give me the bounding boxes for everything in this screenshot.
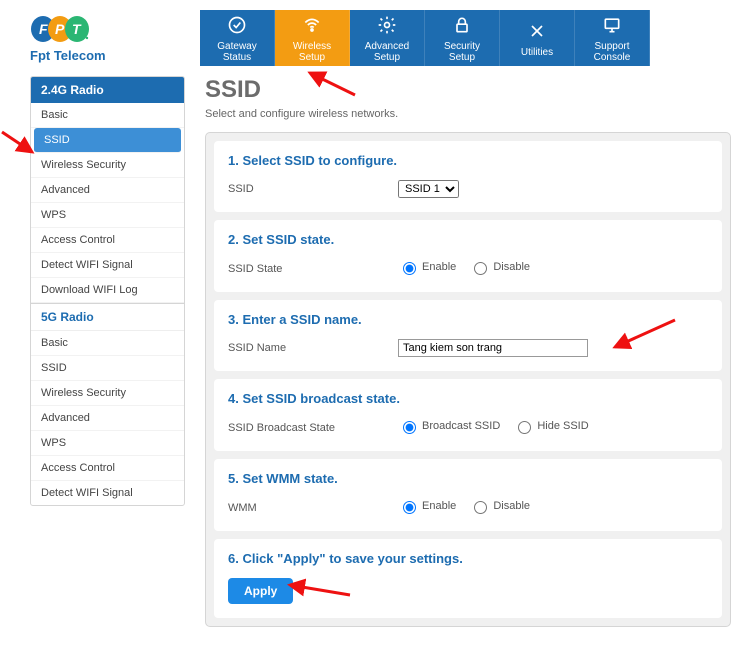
section-wmm-state: 5. Set WMM state. WMM Enable Disable — [214, 459, 722, 531]
svg-text:F: F — [39, 21, 48, 37]
brand-logo: F P T Fpt Telecom — [30, 10, 200, 63]
section-title: 5. Set WMM state. — [228, 471, 708, 486]
nav-label: Gateway Status — [217, 41, 256, 63]
broadcast-state-label: SSID Broadcast State — [228, 422, 398, 434]
logo-icon: F P T — [30, 15, 90, 46]
sidebar-item-detect-wifi-5g[interactable]: Detect WIFI Signal — [31, 481, 184, 505]
check-circle-icon — [227, 15, 247, 38]
broadcast-ssid[interactable]: Broadcast SSID — [398, 418, 500, 434]
settings-panel: 1. Select SSID to configure. SSID SSID 1… — [205, 132, 731, 627]
section-select-ssid: 1. Select SSID to configure. SSID SSID 1 — [214, 141, 722, 212]
ssid-state-label: SSID State — [228, 263, 398, 275]
nav-label: Utilities — [521, 47, 553, 58]
ssid-state-enable[interactable]: Enable — [398, 259, 456, 275]
section-ssid-name: 3. Enter a SSID name. SSID Name — [214, 300, 722, 371]
nav-label: Support Console — [594, 41, 631, 63]
wmm-enable[interactable]: Enable — [398, 498, 456, 514]
sidebar-head-5g: 5G Radio — [31, 303, 184, 331]
ssid-state-enable-radio[interactable] — [403, 262, 416, 275]
nav-utilities[interactable]: Utilities — [500, 10, 575, 66]
nav-label: Security Setup — [444, 41, 480, 63]
nav-wireless-setup[interactable]: Wireless Setup — [275, 10, 350, 66]
hide-ssid-radio[interactable] — [518, 421, 531, 434]
section-apply: 6. Click "Apply" to save your settings. … — [214, 539, 722, 618]
section-title: 1. Select SSID to configure. — [228, 153, 708, 168]
nav-label: Advanced Setup — [365, 41, 409, 63]
ssid-state-disable[interactable]: Disable — [469, 259, 530, 275]
section-broadcast-state: 4. Set SSID broadcast state. SSID Broadc… — [214, 379, 722, 451]
section-title: 6. Click "Apply" to save your settings. — [228, 551, 708, 566]
sidebar-item-basic-24g[interactable]: Basic — [31, 103, 184, 128]
nav-security-setup[interactable]: Security Setup — [425, 10, 500, 66]
broadcast-ssid-radio[interactable] — [403, 421, 416, 434]
ssid-state-disable-radio[interactable] — [474, 262, 487, 275]
gear-icon — [377, 15, 397, 38]
nav-advanced-setup[interactable]: Advanced Setup — [350, 10, 425, 66]
sidebar-item-access-control-5g[interactable]: Access Control — [31, 456, 184, 481]
nav-label: Wireless Setup — [293, 41, 331, 63]
sidebar-item-basic-5g[interactable]: Basic — [31, 331, 184, 356]
ssid-name-input[interactable] — [398, 339, 588, 357]
nav-gateway-status[interactable]: Gateway Status — [200, 10, 275, 66]
section-ssid-state: 2. Set SSID state. SSID State Enable Dis… — [214, 220, 722, 292]
top-nav: Gateway Status Wireless Setup Advanced S… — [200, 10, 650, 66]
sidebar-item-access-control-24g[interactable]: Access Control — [31, 228, 184, 253]
sidebar-item-advanced-5g[interactable]: Advanced — [31, 406, 184, 431]
wmm-enable-radio[interactable] — [403, 501, 416, 514]
sidebar-head-24g: 2.4G Radio — [31, 77, 184, 103]
sidebar-item-wireless-security-5g[interactable]: Wireless Security — [31, 381, 184, 406]
apply-button[interactable]: Apply — [228, 578, 293, 604]
nav-support-console[interactable]: Support Console — [575, 10, 650, 66]
tools-icon — [527, 21, 547, 44]
ssid-select[interactable]: SSID 1 — [398, 180, 459, 198]
wifi-icon — [302, 15, 322, 38]
wmm-disable-radio[interactable] — [474, 501, 487, 514]
ssid-select-label: SSID — [228, 183, 398, 195]
lock-icon — [452, 15, 472, 38]
sidebar-item-download-log-24g[interactable]: Download WIFI Log — [31, 278, 184, 303]
ssid-name-label: SSID Name — [228, 342, 398, 354]
section-title: 3. Enter a SSID name. — [228, 312, 708, 327]
wmm-label: WMM — [228, 502, 398, 514]
page-title: SSID — [205, 76, 731, 104]
section-title: 2. Set SSID state. — [228, 232, 708, 247]
svg-text:T: T — [72, 21, 82, 37]
sidebar-item-wps-5g[interactable]: WPS — [31, 431, 184, 456]
sidebar-item-advanced-24g[interactable]: Advanced — [31, 178, 184, 203]
monitor-icon — [602, 15, 622, 38]
hide-ssid[interactable]: Hide SSID — [513, 418, 588, 434]
sidebar: 2.4G Radio Basic SSID Wireless Security … — [30, 76, 185, 506]
sidebar-item-wireless-security-24g[interactable]: Wireless Security — [31, 153, 184, 178]
sidebar-item-ssid-24g[interactable]: SSID — [34, 128, 181, 153]
page-subtitle: Select and configure wireless networks. — [205, 108, 731, 120]
wmm-disable[interactable]: Disable — [469, 498, 530, 514]
sidebar-item-wps-24g[interactable]: WPS — [31, 203, 184, 228]
svg-text:P: P — [55, 21, 65, 37]
brand-name: Fpt Telecom — [30, 48, 200, 63]
sidebar-item-ssid-5g[interactable]: SSID — [31, 356, 184, 381]
main-content: SSID Select and configure wireless netwo… — [205, 76, 731, 627]
section-title: 4. Set SSID broadcast state. — [228, 391, 708, 406]
sidebar-item-detect-wifi-24g[interactable]: Detect WIFI Signal — [31, 253, 184, 278]
